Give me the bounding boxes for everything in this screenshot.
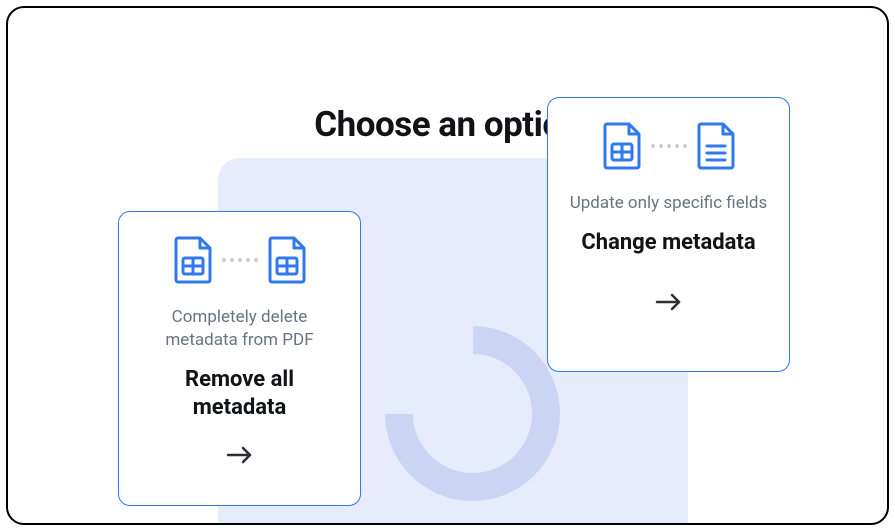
dots-separator-icon [222, 258, 258, 262]
document-lines-icon [697, 122, 735, 170]
document-grid-icon [268, 236, 306, 284]
option-description: Update only specific fields [566, 192, 771, 215]
option-remove-metadata[interactable]: Completely delete metadata from PDF Remo… [118, 211, 361, 506]
option-title: Remove all metadata [137, 366, 342, 423]
arrow-right-icon [226, 445, 254, 465]
option-change-metadata[interactable]: Update only specific fields Change metad… [547, 97, 790, 372]
document-grid-icon [603, 122, 641, 170]
option-description: Completely delete metadata from PDF [137, 306, 342, 352]
option-title: Change metadata [566, 229, 771, 258]
background-decoration [385, 326, 473, 414]
arrow-right-icon [655, 292, 683, 312]
document-grid-icon [174, 236, 212, 284]
dots-separator-icon [651, 144, 687, 148]
